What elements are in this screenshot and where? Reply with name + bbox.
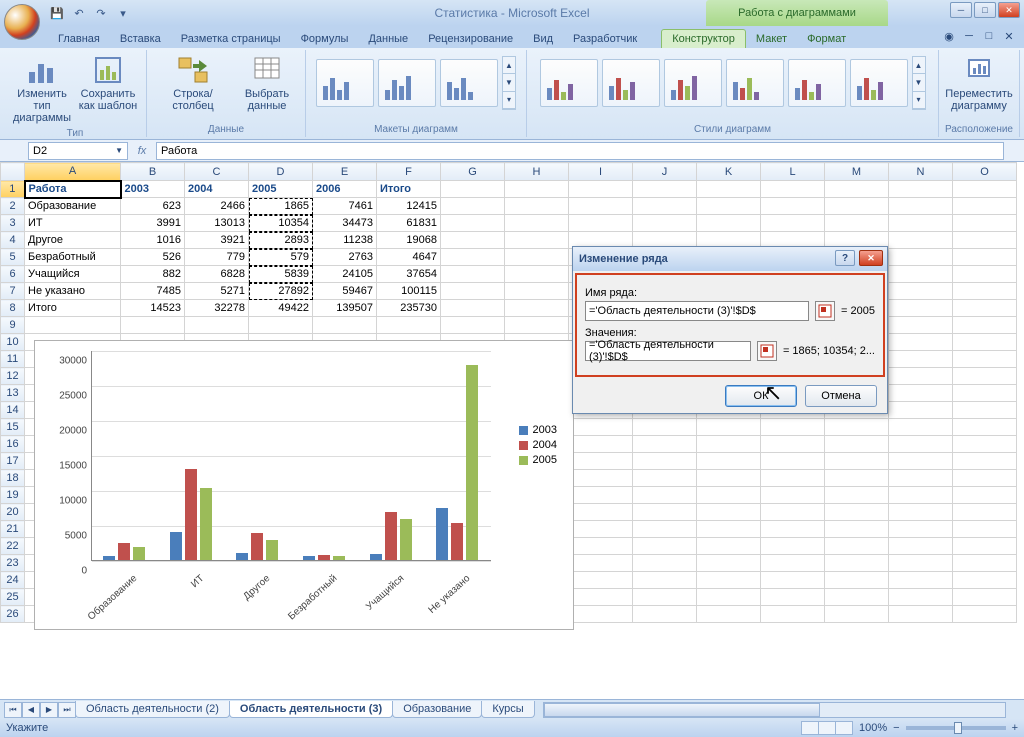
- template-icon: [92, 54, 124, 86]
- series-values-result: = 1865; 10354; 2...: [783, 345, 875, 357]
- range-picker-icon[interactable]: [757, 341, 777, 361]
- horizontal-scrollbar[interactable]: [543, 702, 1006, 718]
- view-pagelayout-button[interactable]: [818, 721, 836, 735]
- group-layouts-label: Макеты диаграмм: [374, 122, 458, 135]
- layout-thumb[interactable]: [378, 59, 436, 107]
- group-type-label: Тип: [67, 126, 84, 139]
- zoom-in-button[interactable]: +: [1012, 722, 1018, 734]
- view-normal-button[interactable]: [801, 721, 819, 735]
- series-name-input[interactable]: ='Область деятельности (3)'!$D$: [585, 301, 809, 321]
- series-name-result: = 2005: [841, 305, 875, 317]
- sheet-nav-last[interactable]: ⏭: [58, 702, 76, 718]
- series-values-label: Значения:: [585, 327, 875, 339]
- zoom-slider[interactable]: [906, 726, 1006, 730]
- tab-chartformat[interactable]: Формат: [797, 30, 856, 48]
- group-data-label: Данные: [208, 122, 244, 135]
- fx-icon[interactable]: fx: [132, 142, 152, 160]
- sheet-tab[interactable]: Область деятельности (3): [229, 701, 393, 718]
- dialog-title: Изменение ряда: [579, 253, 668, 265]
- style-thumb[interactable]: [602, 59, 660, 107]
- tab-formulas[interactable]: Формулы: [291, 30, 359, 48]
- style-thumb[interactable]: [726, 59, 784, 107]
- sheet-tab[interactable]: Курсы: [481, 701, 534, 718]
- layout-thumb[interactable]: [440, 59, 498, 107]
- layout-gallery-scroll[interactable]: ▲▼▾: [502, 56, 516, 110]
- dialog-help-button[interactable]: ?: [835, 250, 855, 266]
- style-thumb[interactable]: [850, 59, 908, 107]
- tab-chartdesign[interactable]: Конструктор: [661, 29, 746, 48]
- qat-save-icon[interactable]: 💾: [48, 4, 66, 22]
- window-title: Статистика - Microsoft Excel: [434, 6, 589, 20]
- sheet-tab[interactable]: Область деятельности (2): [75, 701, 230, 718]
- dialog-close-button[interactable]: ✕: [859, 250, 883, 266]
- tab-review[interactable]: Рецензирование: [418, 30, 523, 48]
- layout-thumb[interactable]: [316, 59, 374, 107]
- close-button[interactable]: ✕: [998, 2, 1020, 18]
- switch-icon: [177, 54, 209, 86]
- sheet-tab[interactable]: Образование: [392, 701, 482, 718]
- select-data-button[interactable]: Выбрать данные: [235, 52, 299, 114]
- move-chart-icon: [963, 54, 995, 86]
- zoom-out-button[interactable]: −: [893, 722, 899, 734]
- group-styles-label: Стили диаграмм: [694, 122, 771, 135]
- qat-undo-icon[interactable]: ↶: [70, 4, 88, 22]
- minimize-button[interactable]: ─: [950, 2, 972, 18]
- style-gallery-scroll[interactable]: ▲▼▾: [912, 56, 926, 110]
- worksheet-grid[interactable]: ABCDEFGHIJKLMNO1Работа2003200420052006Ит…: [0, 162, 1024, 702]
- sheet-tab-bar: ⏮ ◀ ▶ ⏭ Область деятельности (2)Область …: [0, 699, 1024, 719]
- change-chart-type-button[interactable]: Изменить тип диаграммы: [10, 52, 74, 126]
- sheet-nav-next[interactable]: ▶: [40, 702, 58, 718]
- series-name-label: Имя ряда:: [585, 287, 875, 299]
- ribbon-close-icon[interactable]: ✕: [1000, 28, 1018, 44]
- help-icon[interactable]: ◉: [940, 28, 958, 44]
- tab-insert[interactable]: Вставка: [110, 30, 171, 48]
- range-picker-icon[interactable]: [815, 301, 835, 321]
- formula-bar[interactable]: Работа: [156, 142, 1004, 160]
- group-location-label: Расположение: [945, 122, 1013, 135]
- tab-chartlayout[interactable]: Макет: [746, 30, 797, 48]
- save-as-template-button[interactable]: Сохранить как шаблон: [76, 52, 140, 126]
- status-mode: Укажите: [6, 722, 48, 734]
- status-bar: Укажите 100% − +: [0, 719, 1024, 737]
- ribbon-minimize-icon[interactable]: ─: [960, 28, 978, 44]
- tab-data[interactable]: Данные: [358, 30, 418, 48]
- ribbon-tabs: Главная Вставка Разметка страницы Формул…: [0, 26, 1024, 48]
- qat-redo-icon[interactable]: ↷: [92, 4, 110, 22]
- style-thumb[interactable]: [540, 59, 598, 107]
- tab-developer[interactable]: Разработчик: [563, 30, 647, 48]
- select-data-icon: [251, 54, 283, 86]
- tab-view[interactable]: Вид: [523, 30, 563, 48]
- zoom-level: 100%: [859, 722, 887, 734]
- namebox-dropdown-icon[interactable]: ▼: [115, 146, 123, 155]
- name-box[interactable]: D2 ▼: [28, 142, 128, 160]
- sheet-nav-first[interactable]: ⏮: [4, 702, 22, 718]
- chart-legend: 200320042005: [519, 421, 557, 469]
- style-thumb[interactable]: [664, 59, 722, 107]
- view-pagebreak-button[interactable]: [835, 721, 853, 735]
- series-values-input[interactable]: ='Область деятельности (3)'!$D$: [585, 341, 751, 361]
- tab-home[interactable]: Главная: [48, 30, 110, 48]
- ribbon: Изменить тип диаграммы Сохранить как шаб…: [0, 48, 1024, 140]
- edit-series-dialog: Изменение ряда ? ✕ Имя ряда: ='Область д…: [572, 246, 888, 414]
- chart-type-icon: [26, 54, 58, 86]
- move-chart-button[interactable]: Переместить диаграмму: [947, 52, 1011, 114]
- ribbon-restore-icon[interactable]: □: [980, 28, 998, 44]
- contextual-tab-label: Работа с диаграммами: [706, 0, 888, 26]
- style-thumb[interactable]: [788, 59, 846, 107]
- qat-customize-icon[interactable]: ▾: [114, 4, 132, 22]
- office-button[interactable]: [4, 4, 40, 40]
- sheet-nav-prev[interactable]: ◀: [22, 702, 40, 718]
- embedded-chart[interactable]: 050001000015000200002500030000Образовани…: [34, 340, 574, 630]
- tab-pagelayout[interactable]: Разметка страницы: [171, 30, 291, 48]
- cancel-button[interactable]: Отмена: [805, 385, 877, 407]
- switch-row-col-button[interactable]: Строка/столбец: [153, 52, 233, 114]
- restore-button[interactable]: □: [974, 2, 996, 18]
- ok-button[interactable]: ОК: [725, 385, 797, 407]
